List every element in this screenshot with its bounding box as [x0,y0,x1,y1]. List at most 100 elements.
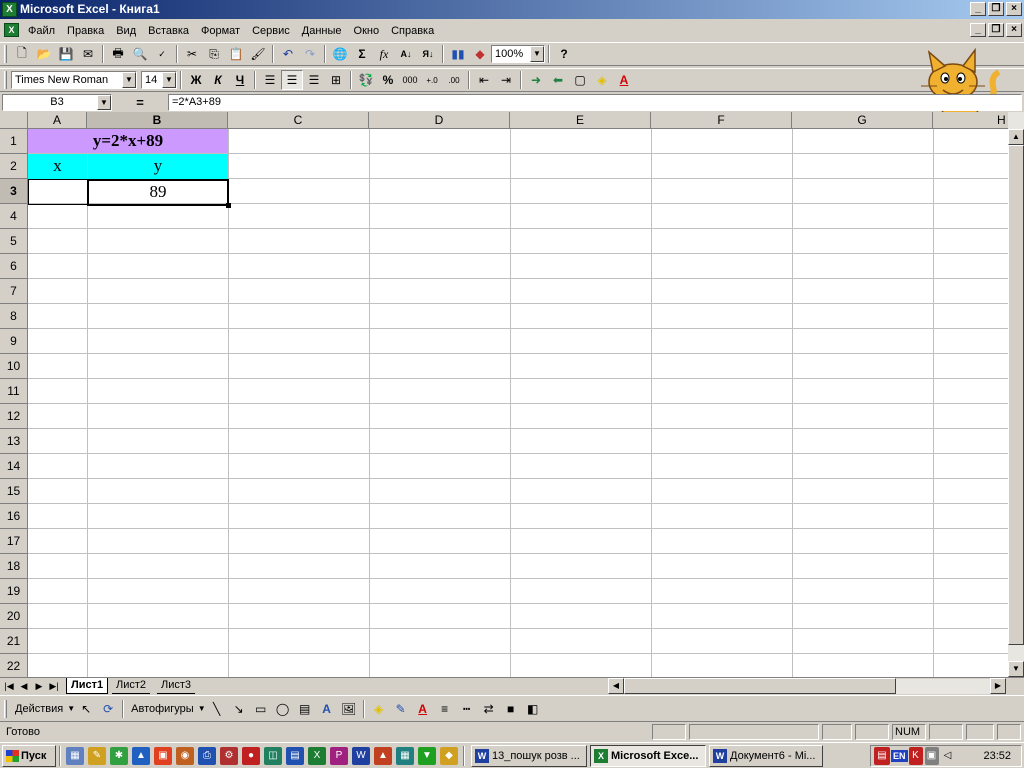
quicklaunch-icon[interactable]: ⚙ [220,746,238,765]
column-header-d[interactable]: D [369,112,510,129]
column-header-g[interactable]: G [792,112,933,129]
merge-center-icon[interactable]: ⊞ [325,70,347,90]
borders-icon[interactable]: ▢ [569,70,591,90]
volume-icon[interactable]: ◁ [940,747,955,765]
font-size-select[interactable]: 14 ▼ [141,71,177,89]
vertical-scrollbar[interactable]: ▲ ▼ [1008,112,1024,677]
cell-a2[interactable]: x [28,154,87,179]
quicklaunch-icon[interactable]: ◉ [176,746,194,765]
menu-window[interactable]: Окно [348,22,386,40]
row-header-4[interactable]: 4 [0,204,28,229]
save-icon[interactable]: 💾 [55,44,77,64]
format-painter-icon[interactable]: 🖌 [247,44,269,64]
line-icon[interactable]: ╲ [206,699,228,719]
row-header-11[interactable]: 11 [0,379,28,404]
quicklaunch-icon[interactable]: ▤ [286,746,304,765]
quicklaunch-icon[interactable]: ✎ [88,746,106,765]
word-quicklaunch-icon[interactable]: W [352,746,370,765]
quicklaunch-icon[interactable]: ◫ [264,746,282,765]
arrow-left-icon[interactable]: ⬅ [547,70,569,90]
scroll-right-icon[interactable]: ▶ [990,678,1006,694]
excel-app-icon[interactable]: X [2,2,17,17]
sort-ascending-icon[interactable]: A↓ [395,44,417,64]
quicklaunch-icon[interactable]: ✱ [110,746,128,765]
new-icon[interactable]: 🗋 [11,44,33,64]
chevron-down-icon[interactable]: ▼ [122,72,136,88]
align-right-icon[interactable]: ☰ [303,70,325,90]
hyperlink-icon[interactable]: 🌐 [329,44,351,64]
row-header-19[interactable]: 19 [0,579,28,604]
chart-wizard-icon[interactable]: ▮▮ [447,44,469,64]
clipart-icon[interactable]: 🖼 [338,699,360,719]
quicklaunch-icon[interactable]: ▲ [132,746,150,765]
task-button-word-doc[interactable]: W 13_пошук розв ... [471,744,587,767]
quicklaunch-icon[interactable]: ● [242,746,260,765]
excel-quicklaunch-icon[interactable]: X [308,746,326,765]
oval-icon[interactable]: ◯ [272,699,294,719]
select-all-corner[interactable] [0,112,28,129]
sort-descending-icon[interactable]: Я↓ [417,44,439,64]
cell-b2[interactable]: y [88,154,228,179]
row-header-2[interactable]: 2 [0,154,28,179]
clock[interactable]: 23:52 [983,750,1011,762]
row-header-8[interactable]: 8 [0,304,28,329]
sheet-tab-1[interactable]: Лист1 [66,678,109,694]
menu-tools[interactable]: Сервис [246,22,296,40]
scroll-down-icon[interactable]: ▼ [1008,661,1024,677]
print-icon[interactable]: 🖶 [107,44,129,64]
underline-button[interactable]: Ч [229,70,251,90]
textbox-icon[interactable]: ▤ [294,699,316,719]
menu-data[interactable]: Данные [296,22,348,40]
row-header-15[interactable]: 15 [0,479,28,504]
undo-icon[interactable]: ↶ [277,44,299,64]
sheet-tab-2[interactable]: Лист2 [112,678,151,694]
quicklaunch-icon[interactable]: ▦ [396,746,414,765]
menu-insert[interactable]: Вставка [142,22,195,40]
cell-a3[interactable] [28,179,88,205]
permission-icon[interactable]: ✉ [77,44,99,64]
doc-close-button[interactable]: × [1006,23,1022,37]
scroll-up-icon[interactable]: ▲ [1008,129,1024,145]
row-header-18[interactable]: 18 [0,554,28,579]
minimize-button[interactable]: _ [970,2,986,16]
horizontal-scrollbar[interactable]: ◀ ▶ [608,678,1006,694]
spelling-icon[interactable]: ✓ [151,44,173,64]
column-header-c[interactable]: C [228,112,369,129]
row-header-6[interactable]: 6 [0,254,28,279]
column-header-f[interactable]: F [651,112,792,129]
thousands-button[interactable]: 000 [399,70,421,90]
autosum-icon[interactable]: Σ [351,44,373,64]
chevron-down-icon[interactable]: ▼ [530,46,544,62]
name-box[interactable]: B3 ▼ [2,94,112,111]
cut-icon[interactable]: ✂ [181,44,203,64]
row-header-3[interactable]: 3 [0,179,28,204]
print-preview-icon[interactable]: 🔍 [129,44,151,64]
prev-sheet-icon[interactable]: ◀ [17,679,31,694]
vertical-scroll-thumb[interactable] [1008,145,1024,645]
quicklaunch-icon[interactable]: ▲ [374,746,392,765]
italic-button[interactable]: К [207,70,229,90]
quicklaunch-icon[interactable]: ◆ [440,746,458,765]
line-style-icon[interactable]: ≡ [434,699,456,719]
horizontal-scroll-thumb[interactable] [624,678,896,694]
kaspersky-icon[interactable]: K [908,747,923,765]
copy-icon[interactable]: ⎘ [203,44,225,64]
fill-handle[interactable] [226,203,231,208]
align-center-icon[interactable]: ☰ [281,70,303,90]
row-header-10[interactable]: 10 [0,354,28,379]
3d-icon[interactable]: ◧ [522,699,544,719]
chevron-down-icon[interactable]: ▼ [162,72,176,88]
close-button[interactable]: × [1006,2,1022,16]
row-header-13[interactable]: 13 [0,429,28,454]
scroll-left-icon[interactable]: ◀ [608,678,624,694]
network-icon[interactable]: ▣ [924,747,939,765]
next-sheet-icon[interactable]: ▶ [32,679,46,694]
actions-menu[interactable]: Действия [11,703,67,715]
free-rotate-icon[interactable]: ⟳ [97,699,119,719]
currency-icon[interactable]: 💱 [355,70,377,90]
quicklaunch-icon[interactable]: ▼ [418,746,436,765]
rectangle-icon[interactable]: ▭ [250,699,272,719]
task-button-excel[interactable]: X Microsoft Exce... [590,744,706,767]
paste-icon[interactable]: 📋 [225,44,247,64]
doc-restore-button[interactable]: ❐ [988,23,1004,37]
